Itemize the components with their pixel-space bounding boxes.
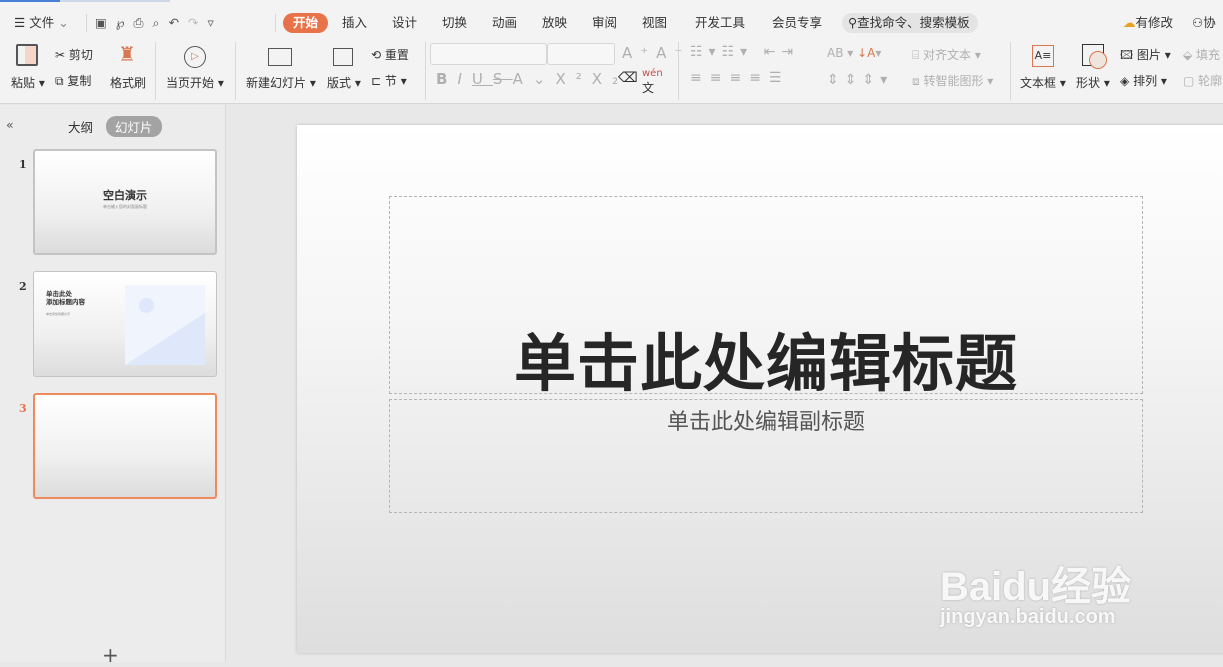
alignment-buttons[interactable]: ≡≡≡≡☰	[690, 70, 789, 86]
slide-subtitle: 单击此处编辑副标题	[666, 410, 865, 435]
tab-insert[interactable]: 插入	[342, 13, 367, 33]
layout-icon	[333, 48, 353, 66]
customize-icon[interactable]: ▿	[208, 15, 223, 30]
layers-icon: ◈	[1120, 74, 1130, 88]
scissors-icon: ✂	[55, 48, 66, 62]
shape-icon	[1082, 44, 1107, 69]
file-label: 文件	[29, 15, 55, 30]
slide-pane: « 大纲 幻灯片 1 空白演示 单击输入您的封面副标题 2 单击此处 添加标题内…	[0, 105, 226, 667]
user-add-icon: ⚇	[1192, 15, 1204, 30]
cut-button[interactable]: ✂ 剪切	[55, 46, 93, 63]
play-icon: ▷	[184, 46, 206, 68]
file-menu[interactable]: ☰ 文件 ⌄	[14, 13, 69, 33]
ribbon-toolbar: 粘贴 ▾ ✂ 剪切 ⧉ 复制 ♜ 格式刷 ▷ 当页开始 ▾ 新建幻灯片 ▾ 版式…	[0, 38, 1223, 104]
outline-button[interactable]: ▢ 轮廓	[1183, 72, 1222, 89]
tab-transition[interactable]: 切换	[442, 13, 467, 33]
reset-icon: ⟲	[371, 48, 382, 62]
reset-button[interactable]: ⟲ 重置	[371, 46, 409, 63]
watermark-logo: Baidu经验	[940, 565, 1132, 609]
thumb-title: 单击此处 添加标题内容	[46, 290, 85, 306]
font-grow-shrink[interactable]: A⁺A⁻	[622, 44, 690, 62]
search-box[interactable]: ⚲查找命令、搜索模板	[842, 13, 978, 33]
tab-developer[interactable]: 开发工具	[695, 13, 745, 33]
shape-button[interactable]: 形状 ▾	[1076, 74, 1110, 91]
picture-button[interactable]: 🖾 图片 ▾	[1120, 46, 1171, 67]
line-spacing-buttons[interactable]: ⇕⇕⇕▾	[827, 72, 893, 88]
tab-outline[interactable]: 大纲	[68, 117, 93, 136]
fill-button[interactable]: ⬙ 填充	[1183, 46, 1220, 63]
tab-view[interactable]: 视图	[642, 13, 667, 33]
menu-bar: ☰ 文件 ⌄ ▣℘⎙⌕↶↷▿ 开始 插入 设计 切换 动画 放映 审阅 视图 开…	[0, 6, 1223, 38]
add-slide-button[interactable]: +	[102, 643, 119, 667]
text-direction[interactable]: AB ▾ ↓A▾	[827, 46, 881, 60]
slide-title: 单击此处编辑标题	[513, 327, 1018, 400]
tab-review[interactable]: 审阅	[592, 13, 617, 33]
font-size-select[interactable]	[547, 43, 615, 65]
thumb-title: 空白演示	[103, 189, 147, 202]
arrange-button[interactable]: ◈ 排列 ▾	[1120, 72, 1167, 89]
chevron-down-icon: ⌄	[58, 15, 69, 30]
undo-icon[interactable]: ↶	[169, 15, 188, 30]
export-pdf-icon[interactable]: ℘	[116, 15, 134, 30]
watermark-url: jingyan.baidu.com	[940, 606, 1116, 628]
collaborate-button[interactable]: ⚇协	[1192, 13, 1216, 33]
eraser-icon[interactable]: ⌫	[618, 70, 638, 86]
thumb-subtitle: 单击输入您的封面副标题	[103, 204, 147, 209]
subtitle-placeholder[interactable]: 单击此处编辑副标题	[389, 399, 1143, 513]
search-icon: ⚲	[848, 15, 858, 30]
hamburger-icon: ☰	[14, 15, 26, 30]
font-format-buttons[interactable]: BIUSA⌄X²X₂	[436, 70, 628, 88]
paste-icon	[16, 44, 38, 66]
align-text-button[interactable]: ⌸ 对齐文本 ▾	[912, 46, 981, 63]
collab-label: 协	[1203, 15, 1216, 30]
slide-thumbnail-1[interactable]: 空白演示 单击输入您的封面副标题	[33, 149, 217, 255]
format-painter-icon: ♜	[118, 42, 136, 66]
new-slide-icon	[268, 48, 292, 66]
tab-slides[interactable]: 幻灯片	[106, 116, 162, 137]
cloud-icon: ☁	[1123, 15, 1136, 30]
list-buttons[interactable]: ☷▾☷▾ ⇤⇥	[690, 44, 799, 60]
section-icon: ⊏	[371, 74, 382, 88]
new-slide-button[interactable]: 新建幻灯片 ▾	[246, 74, 316, 91]
redo-icon[interactable]: ↷	[188, 15, 207, 30]
format-painter-button[interactable]: 格式刷	[110, 74, 146, 91]
section-button[interactable]: ⊏ 节 ▾	[371, 72, 407, 89]
font-name-select[interactable]	[430, 43, 547, 65]
tab-design[interactable]: 设计	[392, 13, 417, 33]
search-placeholder: 查找命令、搜索模板	[857, 15, 970, 30]
copy-icon: ⧉	[55, 74, 64, 88]
modified-status[interactable]: ☁有修改	[1123, 13, 1173, 33]
phonetic-button[interactable]: wén 文	[642, 68, 663, 96]
paste-button[interactable]: 粘贴 ▾	[11, 74, 45, 91]
slide-number: 1	[19, 158, 27, 171]
slide-number: 2	[19, 280, 27, 293]
title-placeholder[interactable]: 单击此处编辑标题	[389, 196, 1143, 400]
thumb-subtitle: 单击添加简要文字	[46, 312, 71, 316]
save-icon[interactable]: ▣	[95, 15, 116, 30]
slide-thumbnail-3[interactable]	[33, 393, 217, 499]
slide-thumbnail-2[interactable]: 单击此处 添加标题内容 单击添加简要文字	[33, 271, 217, 377]
collapse-pane-icon[interactable]: «	[6, 117, 14, 132]
from-current-button[interactable]: 当页开始 ▾	[166, 74, 224, 91]
modified-label: 有修改	[1135, 15, 1174, 30]
textbox-icon: A≡	[1032, 45, 1054, 67]
slide-number: 3	[19, 402, 27, 415]
tab-start[interactable]: 开始	[283, 13, 329, 33]
picture-icon: 🖾	[1120, 48, 1134, 62]
tab-member[interactable]: 会员专享	[772, 13, 822, 33]
smartart-button[interactable]: ⧈ 转智能图形 ▾	[912, 72, 993, 89]
print-icon[interactable]: ⎙	[134, 15, 153, 30]
picture-placeholder	[125, 285, 205, 365]
tab-slideshow[interactable]: 放映	[542, 13, 567, 33]
tab-animation[interactable]: 动画	[492, 13, 517, 33]
quick-access-toolbar: ▣℘⎙⌕↶↷▿	[95, 13, 223, 33]
copy-button[interactable]: ⧉ 复制	[55, 72, 91, 89]
textbox-button[interactable]: 文本框 ▾	[1020, 74, 1066, 91]
print-preview-icon[interactable]: ⌕	[153, 15, 169, 30]
layout-button[interactable]: 版式 ▾	[327, 74, 361, 91]
